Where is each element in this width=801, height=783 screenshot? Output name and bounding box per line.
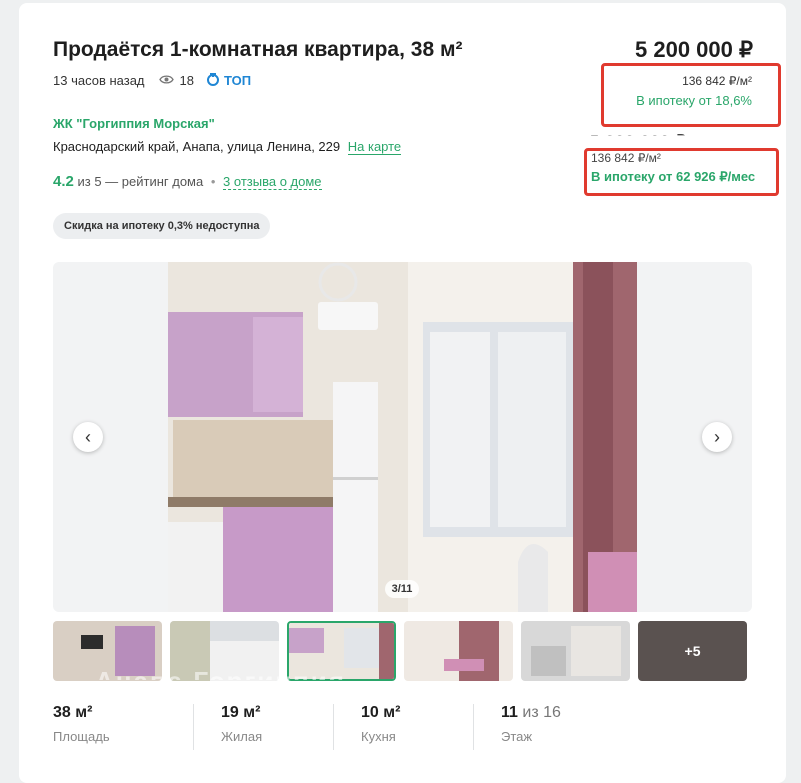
reviews-link[interactable]: 3 отзыва о доме [223, 174, 322, 190]
floor-total: из 16 [522, 704, 561, 721]
thumbnail[interactable] [521, 621, 630, 681]
listing-title: Продаётся 1-комнатная квартира, 38 м² [53, 38, 463, 61]
stat-value: 38 м² [53, 704, 93, 721]
top-label: ТОП [223, 73, 252, 88]
mortgage-rate: В ипотеку от 18,6% [636, 93, 752, 108]
stat-label: Кухня [361, 729, 396, 744]
stat-kitchen: 10 м² Кухня [361, 704, 474, 750]
gallery-prev-button[interactable]: ‹ [73, 422, 103, 452]
stat-value: 11 из 16 [501, 704, 581, 722]
thumbnail[interactable] [404, 621, 513, 681]
price-per-m2: 136 842 ₽/м² [682, 74, 752, 88]
house-rating: 4.2 из 5 — рейтинг дома • 3 отзыва о дом… [53, 173, 322, 190]
stat-value: 19 м² [221, 704, 261, 721]
map-link[interactable]: На карте [347, 139, 402, 155]
discount-chip: Скидка на ипотеку 0,3% недоступна [53, 213, 271, 239]
posted-time: 13 часов назад [53, 73, 145, 88]
address-line: Краснодарский край, Анапа, улица Ленина,… [53, 139, 402, 155]
thumbnail-more[interactable]: +5 [638, 621, 747, 681]
mortgage-monthly: В ипотеку от 62 926 ₽/мес [591, 169, 756, 184]
stat-floor: 11 из 16 Этаж [501, 704, 611, 750]
stat-label: Этаж [501, 729, 533, 744]
listing-price: 5 200 000 ₽ [635, 37, 753, 62]
floor-number: 11 [501, 704, 518, 721]
address-text: Краснодарский край, Анапа, улица Ленина,… [53, 139, 341, 154]
more-photos-label: +5 [638, 621, 747, 681]
listing-meta: 13 часов назад 18 ТОП [53, 72, 251, 89]
stat-label: Жилая [221, 729, 263, 744]
eye-icon [158, 73, 174, 88]
main-photo[interactable] [168, 262, 637, 612]
gallery-next-button[interactable]: › [702, 422, 732, 452]
stat-area: 38 м² Площадь [53, 704, 194, 750]
stat-living: 19 м² Жилая [221, 704, 334, 750]
top-icon [206, 72, 220, 89]
top-badge[interactable]: ТОП [206, 72, 251, 89]
chevron-right-icon: › [714, 426, 720, 447]
stat-value: 10 м² [361, 704, 401, 721]
chevron-left-icon: ‹ [85, 426, 91, 447]
stat-label: Площадь [53, 729, 110, 744]
views-count: 18 [179, 73, 194, 88]
price-per-m2-alt: 136 842 ₽/м² [591, 151, 661, 165]
photo-gallery[interactable]: ‹ › [53, 262, 752, 612]
apartment-stats: 38 м² Площадь 19 м² Жилая 10 м² Кухня 11… [53, 704, 638, 750]
rating-separator: • [210, 174, 216, 189]
rating-value: 4.2 [53, 173, 74, 190]
complex-link[interactable]: ЖК "Горгиппия Морская" [53, 116, 215, 131]
rating-text: из 5 — рейтинг дома [77, 174, 204, 189]
photo-counter: 3/11 [385, 580, 419, 598]
